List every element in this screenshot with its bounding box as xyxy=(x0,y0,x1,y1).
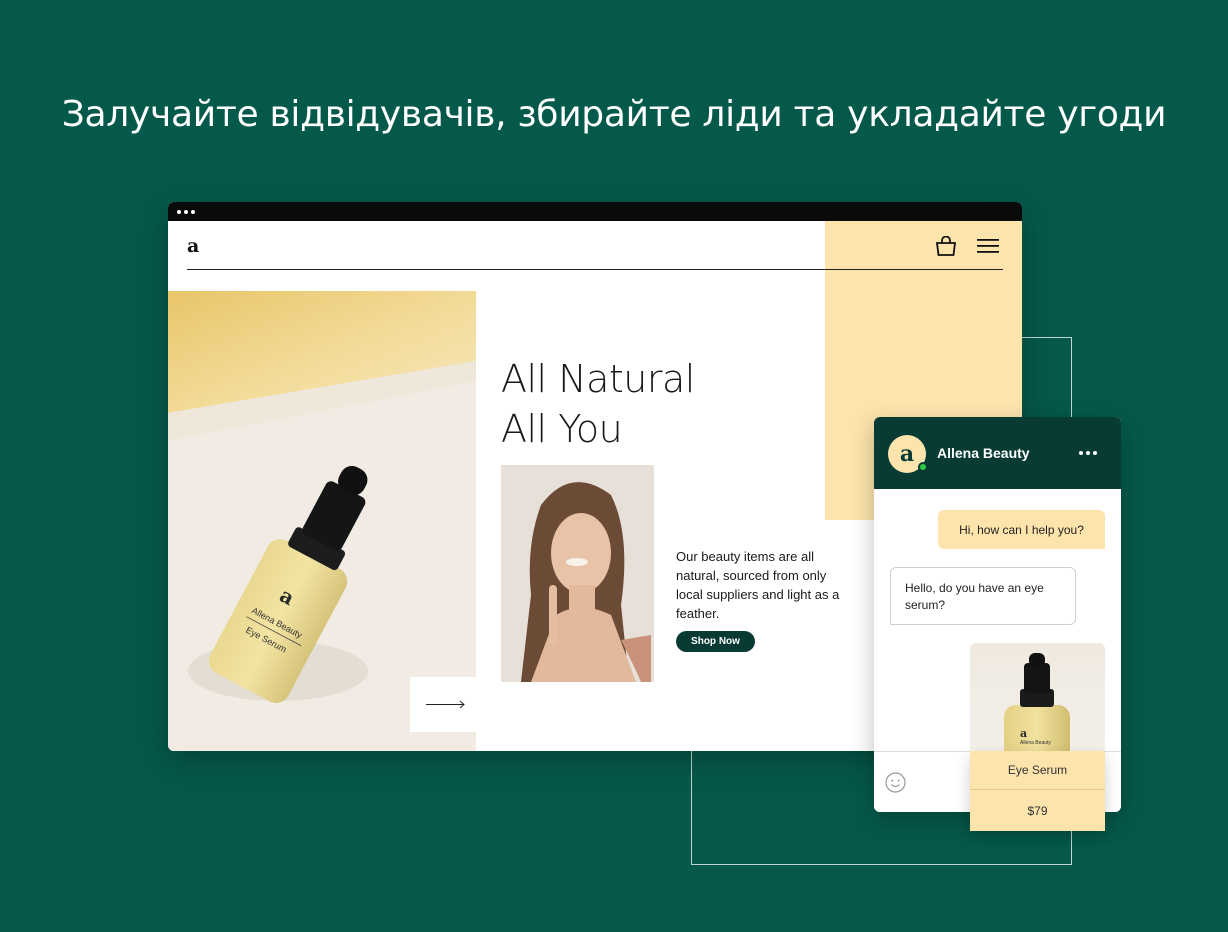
hero-title: All Natural All You xyxy=(501,354,695,454)
window-dot xyxy=(184,209,188,214)
more-icon[interactable] xyxy=(1079,451,1097,455)
visitor-message: Hello, do you have an eye serum? xyxy=(890,567,1076,625)
site-logo[interactable]: a xyxy=(187,235,199,257)
site-nav: a xyxy=(187,221,1003,270)
product-card-image[interactable]: a Allena Beauty xyxy=(970,643,1105,751)
browser-titlebar xyxy=(168,202,1022,221)
window-dot xyxy=(191,209,195,214)
headline: Залучайте відвідувачів, збирайте ліди та… xyxy=(61,94,1167,135)
shop-now-button[interactable]: Shop Now xyxy=(676,631,755,652)
cart-icon[interactable] xyxy=(935,236,957,256)
chat-header: a Allena Beauty xyxy=(874,417,1121,489)
thumbnail-brand: Allena Beauty xyxy=(1020,740,1051,746)
arrow-right-icon xyxy=(426,700,465,709)
product-card-info[interactable]: Eye Serum $79 xyxy=(970,751,1105,831)
model-illustration xyxy=(501,465,654,682)
carousel-next-button[interactable] xyxy=(410,677,476,732)
chat-title: Allena Beauty xyxy=(937,445,1030,461)
agent-message: Hi, how can I help you? xyxy=(938,510,1105,549)
menu-icon[interactable] xyxy=(977,238,999,254)
online-status-icon xyxy=(918,462,928,472)
emoji-icon[interactable] xyxy=(885,772,906,793)
hero-product-image: a Allena Beauty Eye Serum xyxy=(168,291,476,751)
serum-bottle-thumbnail: a Allena Beauty xyxy=(1004,653,1070,751)
window-dot xyxy=(177,209,181,214)
hero-title-line-1: All Natural xyxy=(501,357,695,401)
product-name: Eye Serum xyxy=(970,751,1105,790)
hero-title-line-2: All You xyxy=(501,407,623,451)
product-price: $79 xyxy=(1027,803,1048,818)
hero-description: Our beauty items are all natural, source… xyxy=(676,549,840,621)
thumbnail-logo: a xyxy=(1020,727,1027,740)
model-photo xyxy=(501,465,654,682)
